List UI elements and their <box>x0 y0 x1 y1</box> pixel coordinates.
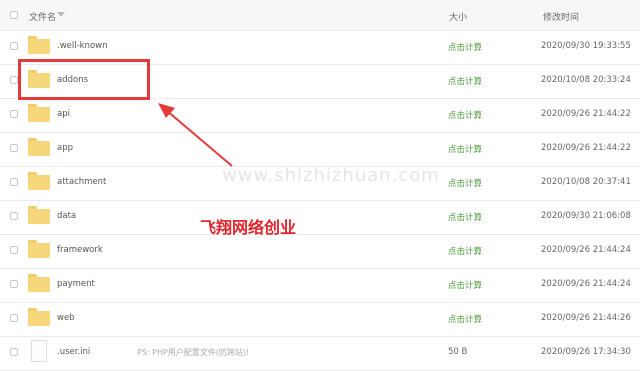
annotation-caption: 飞翔网络创业 <box>200 218 297 237</box>
watermark: www.shizhizhuan.com <box>222 165 440 186</box>
